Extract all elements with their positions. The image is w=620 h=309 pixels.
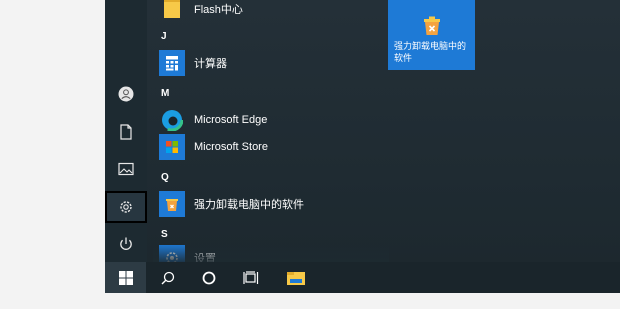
search-button[interactable] [151, 262, 185, 293]
app-item-edge[interactable]: Microsoft Edge [159, 107, 387, 133]
app-label: Flash中心 [194, 4, 243, 16]
store-icon [159, 134, 185, 160]
folder-icon [159, 0, 185, 22]
windows-start-icon [118, 270, 133, 285]
start-button[interactable] [105, 262, 146, 293]
task-view-button[interactable] [234, 262, 268, 293]
uninstaller-icon [159, 191, 185, 217]
settings-icon [120, 201, 132, 213]
app-label: Microsoft Edge [194, 114, 268, 126]
user-account-button[interactable] [105, 78, 147, 110]
power-button[interactable] [105, 228, 147, 260]
letter-header-s[interactable]: S [161, 229, 168, 240]
list-fade [153, 244, 389, 262]
app-label: 强力卸载电脑中的软件 [194, 199, 304, 211]
edge-icon [159, 107, 185, 133]
task-view-icon [243, 270, 259, 284]
search-icon [161, 271, 175, 284]
app-item-flash[interactable]: Flash中心 [159, 0, 387, 22]
letter-header-m[interactable]: M [161, 88, 169, 99]
app-list: Flash中心 ⌄ J 计算器 M [153, 0, 428, 271]
calculator-icon [159, 50, 185, 76]
app-label: 计算器 [194, 58, 227, 70]
app-label: Microsoft Store [194, 141, 268, 153]
settings-button[interactable] [105, 191, 147, 223]
file-explorer-icon [287, 271, 305, 285]
power-icon [120, 237, 132, 250]
file-explorer-button[interactable] [279, 262, 313, 293]
taskbar [105, 262, 620, 293]
app-item-calculator[interactable]: 计算器 [159, 50, 387, 76]
letter-header-j[interactable]: J [161, 31, 167, 42]
live-tile-uninstaller[interactable]: 强力卸载电脑中的软件 [388, 0, 475, 70]
pictures-icon [118, 162, 134, 176]
pictures-button[interactable] [105, 153, 147, 185]
uninstaller-icon [424, 16, 440, 35]
cortana-icon [202, 271, 216, 284]
user-icon [118, 86, 134, 102]
document-icon [120, 124, 132, 140]
start-menu-rail [105, 0, 147, 262]
letter-header-q[interactable]: Q [161, 172, 169, 183]
documents-button[interactable] [105, 116, 147, 148]
windows-screen: Flash中心 ⌄ J 计算器 M [105, 0, 620, 293]
app-item-uninstaller[interactable]: 强力卸载电脑中的软件 [159, 191, 387, 217]
cortana-button[interactable] [192, 262, 226, 293]
app-item-store[interactable]: Microsoft Store [159, 134, 387, 160]
tile-label: 强力卸载电脑中的软件 [394, 41, 467, 63]
